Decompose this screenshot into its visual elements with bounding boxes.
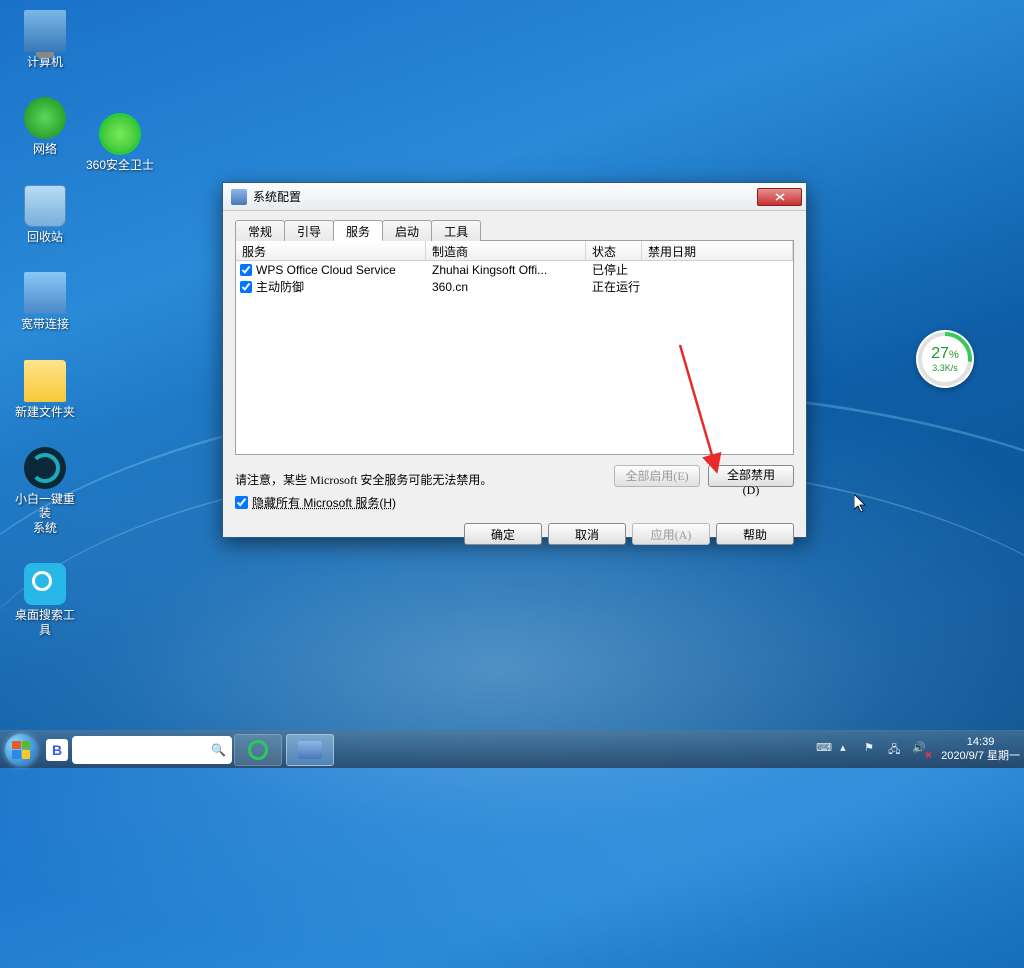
clock-date: 2020/9/7 星期一 [941, 750, 1020, 763]
system-tray: ⌨ ▴ ⚑ 🖧 🔊✖ 14:39 2020/9/7 星期一 [813, 731, 1024, 768]
clock-time: 14:39 [941, 736, 1020, 749]
table-row[interactable]: 主动防御 360.cn正在运行 [236, 278, 793, 295]
tab-1[interactable]: 引导 [284, 220, 334, 241]
keyboard-icon[interactable]: ⌨ [816, 741, 834, 759]
desktop-icon-label: 360安全卫士 [86, 158, 154, 172]
taskbar-clock[interactable]: 14:39 2020/9/7 星期一 [941, 736, 1020, 762]
desktop-icon[interactable]: 桌面搜索工具 [10, 563, 80, 637]
browser-icon [248, 740, 268, 760]
taskbar-search[interactable]: 🔍 [72, 736, 232, 764]
tab-2[interactable]: 服务 [333, 220, 383, 241]
msconfig-icon [298, 741, 322, 759]
hide-ms-checkbox-input[interactable] [235, 496, 248, 509]
desktop-icon-label: 宽带连接 [21, 317, 69, 331]
search-icon [24, 563, 66, 605]
start-button[interactable] [0, 731, 42, 769]
tray-chevron-icon[interactable]: ▴ [840, 741, 858, 759]
folder-icon [24, 360, 66, 402]
desktop-icon[interactable]: 网络 [10, 97, 80, 156]
vendor: Zhuhai Kingsoft Offi... [426, 263, 586, 277]
desktop-icon[interactable]: 计算机 [10, 10, 80, 69]
list-body: WPS Office Cloud Service Zhuhai Kingsoft … [236, 261, 793, 295]
col-status[interactable]: 状态 [586, 241, 642, 260]
network-icon[interactable]: 🖧 [888, 741, 906, 759]
system-config-dialog: 系统配置 常规引导服务启动工具 服务 制造商 状态 禁用日期 WPS Offic… [222, 182, 807, 538]
apply-button[interactable]: 应用(A) [632, 523, 710, 545]
desktop-icon[interactable]: 新建文件夹 [10, 360, 80, 419]
tab-0[interactable]: 常规 [235, 220, 285, 241]
status: 已停止 [586, 261, 642, 278]
tab-3[interactable]: 启动 [382, 220, 432, 241]
network-speed-widget[interactable]: 27% 3.3K/s [916, 330, 974, 388]
taskbar-item-browser[interactable] [234, 734, 282, 766]
app-icon [231, 189, 247, 205]
desktop-icon[interactable]: 宽带连接 [10, 272, 80, 331]
flag-icon[interactable]: ⚑ [864, 741, 882, 759]
desktop-icon[interactable]: 小白一键重装系统 [10, 447, 80, 535]
tab-pane-services: 服务 制造商 状态 禁用日期 WPS Office Cloud Service Z… [235, 241, 794, 455]
network-icon [24, 97, 66, 139]
cancel-button[interactable]: 取消 [548, 523, 626, 545]
conn-icon [24, 272, 66, 314]
help-button[interactable]: 帮助 [716, 523, 794, 545]
row-checkbox[interactable] [240, 281, 252, 293]
computer-icon [24, 10, 66, 52]
tab-bar: 常规引导服务启动工具 [235, 219, 794, 241]
dialog-body: 常规引导服务启动工具 服务 制造商 状态 禁用日期 WPS Office Clo… [223, 211, 806, 537]
table-row[interactable]: WPS Office Cloud Service Zhuhai Kingsoft … [236, 261, 793, 278]
desktop-icon-label: 小白一键重装系统 [10, 492, 80, 535]
hide-ms-label: 隐藏所有 Microsoft 服务(H) [252, 494, 396, 511]
row-checkbox[interactable] [240, 264, 252, 276]
service-name: 主动防御 [256, 278, 304, 295]
desktop-icon-label: 新建文件夹 [15, 405, 75, 419]
desktop-icon-label: 回收站 [27, 230, 63, 244]
hide-ms-services-checkbox[interactable]: 隐藏所有 Microsoft 服务(H) [235, 494, 794, 511]
ok-button[interactable]: 确定 [464, 523, 542, 545]
dialog-footer: 确定 取消 应用(A) 帮助 [235, 523, 794, 545]
volume-icon[interactable]: 🔊✖ [912, 741, 930, 759]
col-service[interactable]: 服务 [236, 241, 426, 260]
vendor: 360.cn [426, 280, 586, 294]
list-header: 服务 制造商 状态 禁用日期 [236, 241, 793, 261]
desktop-icons: 计算机网络回收站宽带连接新建文件夹小白一键重装系统桌面搜索工具 [10, 10, 80, 637]
desktop-icon-label: 网络 [33, 142, 57, 156]
status: 正在运行 [586, 278, 642, 295]
reinstall-icon [24, 447, 66, 489]
service-name: WPS Office Cloud Service [256, 263, 396, 277]
baidu-icon[interactable]: B [46, 739, 68, 761]
titlebar[interactable]: 系统配置 [223, 183, 806, 211]
recycle-icon [24, 185, 66, 227]
taskbar-item-msconfig[interactable] [286, 734, 334, 766]
col-vendor[interactable]: 制造商 [426, 241, 586, 260]
cursor-icon [854, 494, 868, 519]
shield-icon [99, 113, 141, 155]
note-text: 请注意，某些 Microsoft 安全服务可能无法禁用。 [235, 471, 492, 488]
desktop-icon[interactable]: 回收站 [10, 185, 80, 244]
enable-all-button[interactable]: 全部启用(E) [614, 465, 700, 487]
tab-4[interactable]: 工具 [431, 220, 481, 241]
close-button[interactable] [757, 188, 802, 206]
disable-all-button[interactable]: 全部禁用(D) [708, 465, 794, 487]
taskbar: B 🔍 ⌨ ▴ ⚑ 🖧 🔊✖ 14:39 2020/9/7 星期一 [0, 730, 1024, 768]
window-title: 系统配置 [253, 188, 757, 205]
desktop-icon-label: 桌面搜索工具 [10, 608, 80, 637]
desktop-icon-360[interactable]: 360安全卫士 [85, 113, 155, 172]
col-date[interactable]: 禁用日期 [642, 241, 793, 260]
mid-row: 请注意，某些 Microsoft 安全服务可能无法禁用。 全部启用(E) 全部禁… [235, 463, 794, 488]
